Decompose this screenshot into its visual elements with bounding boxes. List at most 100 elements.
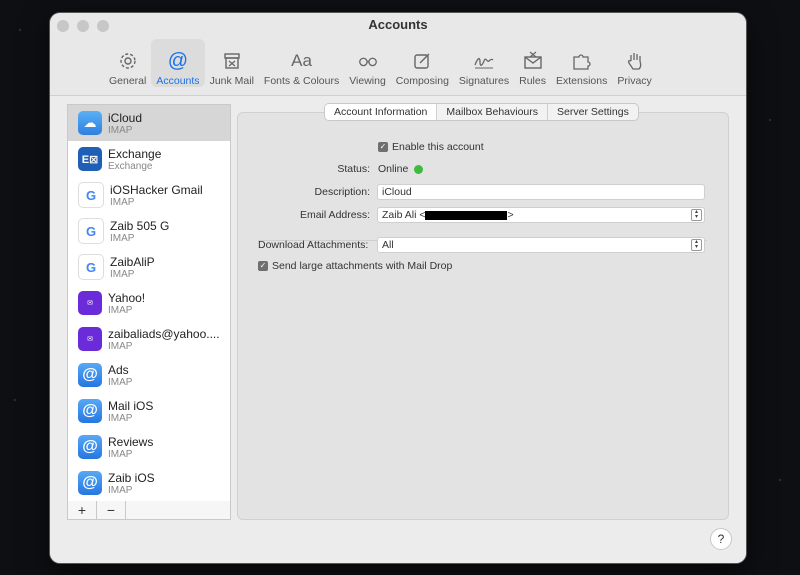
- chevron-updown-icon: ▴ ▾: [691, 209, 702, 221]
- enable-account-checkbox[interactable]: ✓ Enable this account: [378, 141, 484, 153]
- account-item[interactable]: G iOSHacker Gmail IMAP: [68, 177, 230, 213]
- account-type: IMAP: [108, 304, 133, 316]
- toolbar-label: Extensions: [555, 75, 608, 87]
- tab-mailbox-behaviours[interactable]: Mailbox Behaviours: [437, 104, 549, 120]
- toolbar-label: Viewing: [349, 75, 386, 87]
- toolbar: General @ Accounts Junk Mail Aa Fonts & …: [104, 39, 657, 87]
- toolbar-label: Signatures: [458, 75, 510, 87]
- toolbar-rules[interactable]: Rules: [514, 39, 551, 87]
- account-item[interactable]: G Zaib 505 G IMAP: [68, 213, 230, 249]
- download-attachments-select[interactable]: All ▴ ▾: [377, 237, 705, 253]
- status-value: Online: [378, 163, 424, 175]
- window-title: Accounts: [368, 17, 428, 32]
- description-label: Description:: [314, 186, 370, 198]
- mail-drop-label: Send large attachments with Mail Drop: [272, 260, 453, 272]
- account-item[interactable]: @ Zaib iOS IMAP: [68, 465, 230, 501]
- font-icon: Aa: [291, 51, 312, 70]
- preferences-window: Accounts General @ Accounts Junk Mail Aa: [50, 13, 746, 563]
- tab-account-information[interactable]: Account Information: [325, 104, 438, 120]
- account-item[interactable]: ✉ zaibaliads@yahoo.... IMAP: [68, 321, 230, 357]
- checkmark-icon: ✓: [258, 261, 268, 272]
- account-type: Exchange: [108, 160, 153, 172]
- enable-account-label: Enable this account: [392, 141, 484, 153]
- icloud-icon: ☁: [78, 111, 102, 135]
- account-name: Reviews: [108, 434, 154, 449]
- download-attachments-label: Download Attachments:: [258, 239, 369, 251]
- checkmark-icon: ✓: [378, 142, 388, 153]
- puzzle-icon: [571, 50, 593, 72]
- account-name: Yahoo!: [108, 290, 146, 305]
- account-name: Zaib iOS: [108, 470, 155, 485]
- account-item[interactable]: G ZaibAliP IMAP: [68, 249, 230, 285]
- accounts-list[interactable]: ☁ iCloud IMAP E⊠ Exchange Exchange G iOSHa…: [67, 104, 231, 502]
- toolbar-label: Privacy: [617, 75, 652, 87]
- description-field[interactable]: iCloud: [377, 184, 705, 200]
- google-icon: G: [78, 182, 104, 208]
- exchange-icon: E⊠: [78, 147, 102, 171]
- at-icon: @: [167, 49, 189, 72]
- help-button[interactable]: ?: [710, 528, 732, 550]
- hand-icon: [624, 50, 646, 72]
- yahoo-icon: ✉: [78, 327, 102, 351]
- account-name: Zaib 505 G: [110, 218, 170, 233]
- at-icon: @: [78, 435, 102, 459]
- account-name: iOSHacker Gmail: [110, 182, 203, 197]
- titlebar: Accounts General @ Accounts Junk Mail Aa: [50, 13, 746, 96]
- remove-account-button[interactable]: −: [97, 501, 126, 519]
- google-icon: G: [78, 218, 104, 244]
- toolbar-label: Composing: [395, 75, 449, 87]
- toolbar-general[interactable]: General: [104, 39, 151, 87]
- toolbar-viewing[interactable]: Viewing: [344, 39, 391, 87]
- glasses-icon: [357, 50, 379, 72]
- toolbar-junk-mail[interactable]: Junk Mail: [205, 39, 259, 87]
- account-type: IMAP: [108, 376, 133, 388]
- tab-server-settings[interactable]: Server Settings: [548, 104, 638, 120]
- toolbar-composing[interactable]: Composing: [391, 39, 454, 87]
- account-type: IMAP: [108, 124, 133, 136]
- status-label: Status:: [337, 163, 370, 175]
- account-name: ZaibAliP: [110, 254, 155, 269]
- at-icon: @: [78, 471, 102, 495]
- signature-icon: [473, 50, 495, 72]
- account-type: IMAP: [108, 340, 133, 352]
- add-account-button[interactable]: +: [68, 501, 97, 519]
- gear-icon: [117, 50, 139, 72]
- account-type: IMAP: [108, 448, 133, 460]
- toolbar-label: General: [109, 75, 147, 87]
- account-type: IMAP: [110, 232, 135, 244]
- account-item[interactable]: @ Reviews IMAP: [68, 429, 230, 465]
- toolbar-extensions[interactable]: Extensions: [551, 39, 612, 87]
- account-type: IMAP: [110, 268, 135, 280]
- mail-drop-checkbox[interactable]: ✓ Send large attachments with Mail Drop: [258, 260, 452, 272]
- compose-icon: [411, 50, 433, 72]
- toolbar-signatures[interactable]: Signatures: [454, 39, 514, 87]
- toolbar-label: Accounts: [156, 75, 200, 87]
- account-name: Exchange: [108, 146, 162, 161]
- email-suffix: >: [507, 209, 514, 221]
- online-indicator-icon: [414, 164, 424, 174]
- toolbar-label: Junk Mail: [209, 75, 254, 87]
- account-item[interactable]: ☁ iCloud IMAP: [68, 105, 230, 141]
- toolbar-accounts[interactable]: @ Accounts: [151, 39, 205, 87]
- list-buttons: + −: [67, 501, 231, 520]
- content-area: ☁ iCloud IMAP E⊠ Exchange Exchange G iOSHa…: [50, 96, 746, 563]
- account-item[interactable]: E⊠ Exchange Exchange: [68, 141, 230, 177]
- account-item[interactable]: @ Ads IMAP: [68, 357, 230, 393]
- toolbar-fonts-colours[interactable]: Aa Fonts & Colours: [259, 39, 344, 87]
- account-item[interactable]: ✉ Yahoo! IMAP: [68, 285, 230, 321]
- download-attachments-value: All: [382, 239, 394, 251]
- at-icon: @: [78, 399, 102, 423]
- toolbar-privacy[interactable]: Privacy: [612, 39, 656, 87]
- yahoo-icon: ✉: [78, 291, 102, 315]
- email-prefix: Zaib Ali <: [382, 209, 426, 221]
- account-name: Ads: [108, 362, 129, 377]
- at-icon: @: [78, 363, 102, 387]
- email-label: Email Address:: [299, 209, 370, 221]
- redacted-email: [425, 210, 508, 220]
- google-icon: G: [78, 254, 104, 280]
- tab-bar: Account Information Mailbox Behaviours S…: [324, 103, 639, 121]
- toolbar-label: Fonts & Colours: [263, 75, 340, 87]
- rules-icon: [522, 50, 544, 72]
- email-address-select[interactable]: Zaib Ali < > ▴ ▾: [377, 207, 705, 223]
- account-item[interactable]: @ Mail iOS IMAP: [68, 393, 230, 429]
